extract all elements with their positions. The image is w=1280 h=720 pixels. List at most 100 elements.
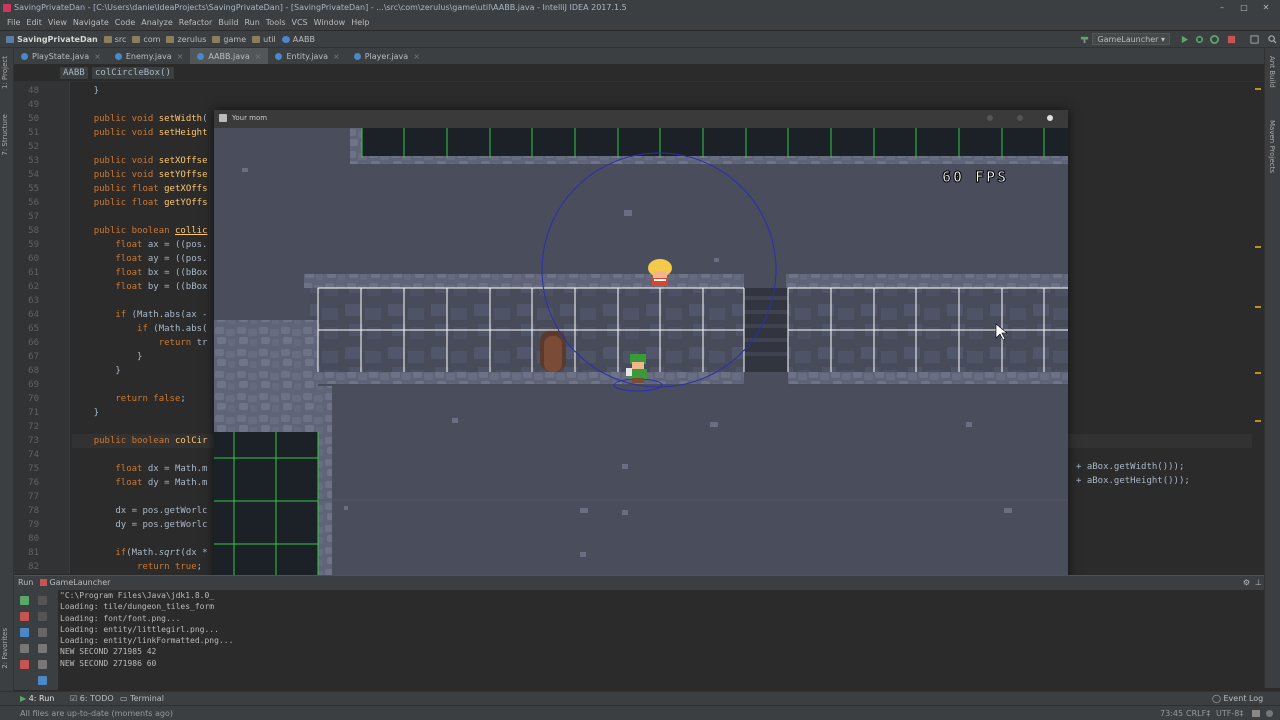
line-number: 75 bbox=[28, 464, 39, 474]
menu-code[interactable]: Code bbox=[112, 16, 138, 30]
tab-close-icon[interactable]: × bbox=[255, 52, 262, 61]
tab-aabb[interactable]: AABB.java × bbox=[190, 48, 269, 64]
tab-close-icon[interactable]: × bbox=[413, 52, 420, 61]
menu-edit[interactable]: Edit bbox=[23, 16, 45, 30]
close-dot-icon[interactable] bbox=[1047, 115, 1053, 121]
breadcrumb-com[interactable]: com bbox=[132, 35, 160, 44]
hide-panel-icon[interactable]: ⊥ bbox=[1255, 576, 1262, 590]
line-number: 61 bbox=[28, 268, 39, 278]
menu-bar: File Edit View Navigate Code Analyze Ref… bbox=[0, 16, 1280, 30]
rerun-icon[interactable] bbox=[20, 596, 29, 605]
menu-navigate[interactable]: Navigate bbox=[70, 16, 112, 30]
tab-close-icon[interactable]: × bbox=[177, 52, 184, 61]
scroll-down-icon[interactable] bbox=[38, 612, 47, 621]
warning-marker[interactable] bbox=[1255, 372, 1261, 374]
maven-projects-tool-button[interactable]: Maven Projects bbox=[1268, 120, 1276, 173]
maximize-dot-icon[interactable] bbox=[1017, 115, 1023, 121]
close-icon[interactable]: ✕ bbox=[1256, 0, 1276, 16]
stop-run-icon[interactable] bbox=[20, 612, 29, 621]
warning-marker[interactable] bbox=[1255, 246, 1261, 248]
tab-close-icon[interactable]: × bbox=[333, 52, 340, 61]
left-tool-strip: 1: Project 7: Structure 2: Favorites bbox=[0, 48, 14, 708]
debug-icon[interactable] bbox=[1195, 35, 1204, 44]
lock-icon[interactable] bbox=[1252, 710, 1260, 717]
caret-position[interactable]: 73:45 bbox=[1160, 706, 1183, 720]
code-line: float ax = ((pos. bbox=[115, 240, 208, 250]
breadcrumb-zerulus[interactable]: zerulus bbox=[166, 35, 206, 44]
java-class-icon bbox=[353, 52, 361, 60]
tab-playstate[interactable]: PlayState.java × bbox=[14, 48, 108, 64]
tab-close-icon[interactable]: × bbox=[94, 52, 101, 61]
exit-icon[interactable] bbox=[20, 660, 29, 669]
code-line: } bbox=[72, 86, 100, 96]
menu-view[interactable]: View bbox=[45, 16, 70, 30]
wall-top-edge-left bbox=[304, 274, 744, 288]
soft-wrap-icon[interactable] bbox=[38, 628, 47, 637]
favorites-tool-button[interactable]: 2: Favorites bbox=[1, 628, 9, 669]
package-icon bbox=[212, 35, 221, 43]
scroll-up-icon[interactable] bbox=[38, 596, 47, 605]
search-everywhere-icon[interactable] bbox=[1268, 35, 1277, 44]
tab-enemy[interactable]: Enemy.java × bbox=[108, 48, 190, 64]
menu-file[interactable]: File bbox=[4, 16, 23, 30]
maximize-icon[interactable]: □ bbox=[1234, 0, 1254, 16]
editor-tabs: PlayState.java × Enemy.java × AABB.java × E… bbox=[14, 48, 1264, 64]
game-window[interactable]: Your mom 60 FPS bbox=[214, 110, 1068, 608]
code-line: float dy = Math.m bbox=[115, 478, 208, 488]
line-number: 59 bbox=[28, 240, 39, 250]
event-log-button[interactable]: ◯ Event Log bbox=[1212, 692, 1263, 705]
menu-help[interactable]: Help bbox=[348, 16, 372, 30]
stop-icon[interactable] bbox=[1227, 35, 1236, 44]
warning-marker[interactable] bbox=[1255, 306, 1261, 308]
run-config-label[interactable]: GameLauncher bbox=[49, 578, 110, 587]
inspector-icon[interactable] bbox=[1266, 710, 1273, 717]
warning-marker[interactable] bbox=[1255, 88, 1261, 90]
file-encoding[interactable]: UTF-8‡ bbox=[1216, 706, 1243, 720]
breadcrumb-game[interactable]: game bbox=[212, 35, 246, 44]
terminal-tool-button[interactable]: ▭ Terminal bbox=[120, 692, 164, 705]
menu-analyze[interactable]: Analyze bbox=[138, 16, 176, 30]
print-icon[interactable] bbox=[38, 660, 47, 669]
console-output[interactable]: "C:\Program Files\Java\jdk1.8.0_ Loading… bbox=[60, 590, 233, 669]
game-window-titlebar[interactable]: Your mom bbox=[214, 110, 1068, 128]
breadcrumb-method[interactable]: colCircleBox() bbox=[92, 67, 174, 79]
menu-run[interactable]: Run bbox=[241, 16, 262, 30]
menu-window[interactable]: Window bbox=[311, 16, 349, 30]
scroll-to-end-icon[interactable] bbox=[38, 644, 47, 653]
run-icon[interactable] bbox=[1180, 35, 1189, 44]
settings-gear-icon[interactable]: ⚙ bbox=[1243, 576, 1250, 590]
project-tool-button[interactable]: 1: Project bbox=[1, 56, 9, 89]
line-number: 62 bbox=[28, 282, 39, 292]
dump-threads-icon[interactable] bbox=[20, 644, 29, 653]
project-structure-icon[interactable] bbox=[1250, 35, 1259, 44]
pause-icon[interactable] bbox=[20, 628, 29, 637]
run-tool-button[interactable]: ▶ 4: Run bbox=[20, 692, 54, 705]
minimize-icon[interactable]: – bbox=[1212, 0, 1232, 16]
console-line: NEW SECOND 271985 42 bbox=[60, 647, 157, 657]
coverage-icon[interactable] bbox=[1210, 35, 1219, 44]
game-canvas[interactable]: 60 FPS bbox=[214, 128, 1068, 608]
breadcrumb-project[interactable]: SavingPrivateDan bbox=[6, 35, 98, 44]
tab-player[interactable]: Player.java × bbox=[347, 48, 427, 64]
tab-entity[interactable]: Entity.java × bbox=[268, 48, 346, 64]
todo-tool-button[interactable]: ☑ 6: TODO bbox=[70, 692, 114, 705]
code-fragment: + aBox.getHeight())); bbox=[1076, 476, 1190, 486]
warning-marker[interactable] bbox=[1255, 420, 1261, 422]
run-panel-tab[interactable]: Run bbox=[18, 578, 33, 587]
clear-all-icon[interactable] bbox=[38, 676, 47, 685]
breadcrumb-class[interactable]: AABB bbox=[60, 67, 88, 79]
line-separator[interactable]: CRLF‡ bbox=[1186, 706, 1210, 720]
build-hammer-icon[interactable] bbox=[1080, 35, 1089, 44]
menu-vcs[interactable]: VCS bbox=[289, 16, 311, 30]
breadcrumb-util[interactable]: util bbox=[252, 35, 276, 44]
breadcrumb-aabb[interactable]: AABB bbox=[281, 35, 315, 44]
menu-tools[interactable]: Tools bbox=[263, 16, 289, 30]
menu-refactor[interactable]: Refactor bbox=[176, 16, 216, 30]
ant-build-tool-button[interactable]: Ant Build bbox=[1268, 56, 1276, 88]
breadcrumb-src[interactable]: src bbox=[103, 35, 126, 44]
minimize-dot-icon[interactable] bbox=[987, 115, 993, 121]
structure-tool-button[interactable]: 7: Structure bbox=[1, 114, 9, 156]
code-line: return tr bbox=[158, 338, 208, 348]
menu-build[interactable]: Build bbox=[215, 16, 241, 30]
run-configuration-select[interactable]: GameLauncher ▾ bbox=[1092, 33, 1170, 45]
